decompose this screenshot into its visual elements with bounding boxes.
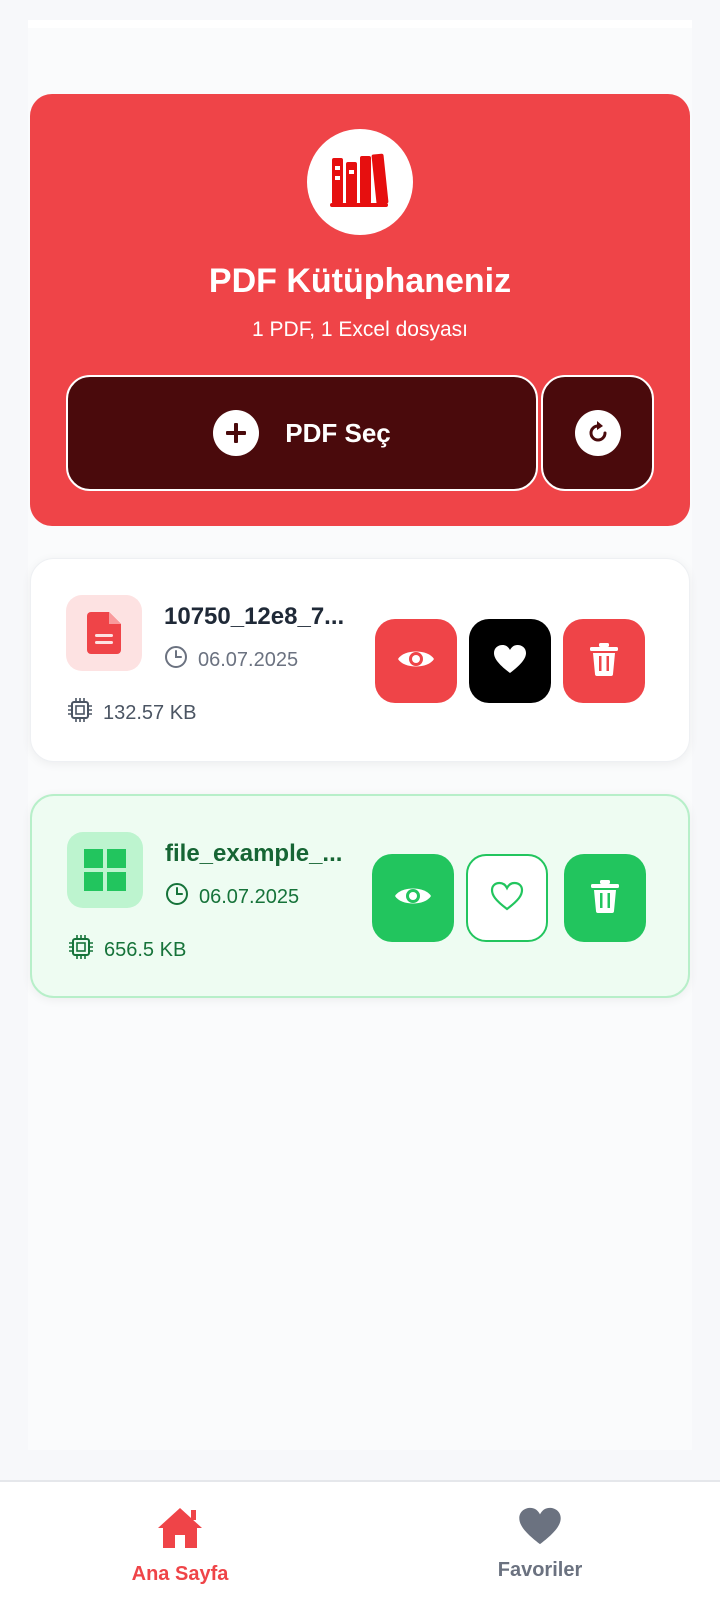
eye-icon [393,883,433,914]
chip-icon [68,934,94,966]
library-header-card: PDF Kütüphaneniz 1 PDF, 1 Excel dosyası … [30,94,690,526]
nav-label-home: Ana Sayfa [131,1563,229,1585]
library-books-icon [329,152,391,213]
file-card-excel[interactable]: file_example_... 06.07.2025 656.5 KB [30,794,690,998]
file-count-subtitle: 1 PDF, 1 Excel dosyası [252,318,468,341]
chip-icon [67,697,93,729]
heart-outline-icon [490,881,524,916]
heart-icon [518,1506,562,1551]
bottom-navigation: Ana Sayfa Favoriler [0,1480,720,1600]
file-date: 06.07.2025 [165,882,299,912]
delete-button[interactable] [564,854,646,942]
view-button[interactable] [375,619,457,703]
refresh-icon [574,410,621,456]
file-size-text: 132.57 KB [103,701,197,724]
excel-grid-icon [67,832,143,908]
nav-label-favorites: Favoriler [497,1559,583,1581]
file-date: 06.07.2025 [164,645,298,675]
refresh-button[interactable] [541,375,654,491]
clock-icon [164,645,188,675]
file-card-pdf[interactable]: 10750_12e8_7... 06.07.2025 132.57 KB [30,558,690,762]
plus-icon [213,410,260,456]
pick-pdf-button[interactable]: PDF Seç [66,375,538,491]
view-button[interactable] [372,854,454,942]
file-size-text: 656.5 KB [104,938,187,961]
file-name: file_example_... [165,840,343,867]
favorite-button[interactable] [469,619,551,703]
trash-icon [589,642,619,681]
pdf-file-icon [66,595,142,671]
home-icon [156,1506,204,1555]
file-date-text: 06.07.2025 [198,648,299,671]
file-date-text: 06.07.2025 [199,885,300,908]
library-logo [307,129,413,235]
nav-item-home[interactable]: Ana Sayfa [100,1506,260,1586]
file-size: 656.5 KB [68,934,186,966]
heart-icon [493,644,527,679]
library-title: PDF Kütüphaneniz [208,262,512,300]
trash-icon [590,879,620,918]
favorite-button[interactable] [466,854,548,942]
clock-icon [165,882,189,912]
pick-pdf-label: PDF Seç [285,417,391,448]
nav-item-favorites[interactable]: Favoriler [460,1506,620,1582]
delete-button[interactable] [563,619,645,703]
file-name: 10750_12e8_7... [164,603,345,630]
eye-icon [396,646,436,677]
file-size: 132.57 KB [67,697,196,729]
